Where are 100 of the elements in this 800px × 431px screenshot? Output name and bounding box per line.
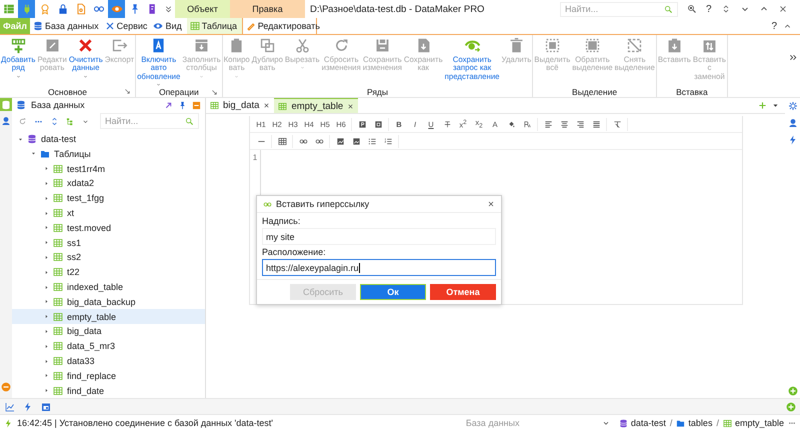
tree-item[interactable]: xt	[12, 206, 205, 220]
close-icon[interactable]	[778, 4, 788, 14]
folder-icon	[676, 418, 686, 428]
tree-item[interactable]: data_5_mr3	[12, 338, 205, 354]
group-label: Ряды	[366, 86, 388, 96]
line-number: 1	[252, 153, 258, 162]
user-icon[interactable]	[1, 116, 11, 126]
tree-item[interactable]: big_data_backup	[12, 294, 205, 310]
user-icon[interactable]	[788, 118, 798, 128]
breadcrumb-item[interactable]: tables	[676, 418, 712, 428]
breadcrumb-separator: /	[670, 418, 672, 428]
caret-icon[interactable]	[44, 299, 49, 304]
more-icon[interactable]	[789, 53, 798, 62]
tree-item[interactable]: ss1	[12, 235, 205, 250]
tree-item[interactable]: data-test	[12, 132, 205, 146]
breadcrumb-item[interactable]: empty_table	[722, 418, 784, 428]
group-label: Выделение	[572, 86, 618, 96]
menu-tab[interactable]: Сервис	[102, 18, 150, 34]
caret-icon[interactable]	[44, 225, 49, 230]
database-icon	[33, 21, 43, 31]
refresh-icon[interactable]	[18, 116, 27, 126]
caret-icon[interactable]	[44, 270, 49, 275]
caret-icon[interactable]	[44, 180, 49, 186]
export-icon	[110, 37, 128, 54]
close-icon[interactable]	[487, 200, 495, 208]
dialog-launcher-icon[interactable]	[210, 88, 218, 96]
cancel-button[interactable]: Отмена	[430, 284, 496, 300]
tree-item[interactable]: test.moved	[12, 220, 205, 236]
caret-icon[interactable]	[44, 388, 49, 394]
caret-icon[interactable]	[44, 254, 49, 260]
table-icon	[53, 178, 63, 188]
tree-item[interactable]: test1rr4m	[12, 161, 205, 176]
tree-item[interactable]: big_data	[12, 324, 205, 339]
tree-item[interactable]: find_replace	[12, 368, 205, 384]
group-label: Вставка	[676, 86, 708, 96]
window-title: D:\Разное\data-test.db - DataMaker PRO	[310, 4, 486, 14]
help-button[interactable]: ?	[771, 20, 777, 32]
table-icon	[53, 296, 63, 307]
toolbar-icon[interactable]	[108, 0, 125, 18]
tree-item[interactable]: empty_table	[12, 309, 205, 324]
tree-item[interactable]: xdata2	[12, 176, 205, 191]
more-icon[interactable]	[164, 4, 173, 14]
flash-icon[interactable]	[788, 135, 798, 145]
tree-item[interactable]: test_1fgg	[12, 190, 205, 206]
caret-icon[interactable]	[44, 314, 49, 320]
dialog-launcher-icon[interactable]	[124, 88, 132, 95]
close-icon[interactable]	[263, 102, 270, 109]
tree-item[interactable]: indexed_table	[12, 280, 205, 294]
menu-tab[interactable]: Таблица	[186, 18, 242, 34]
caret-icon[interactable]	[44, 196, 49, 201]
caret-icon[interactable]	[44, 358, 49, 364]
pencil-icon	[246, 21, 256, 31]
save-icon	[374, 37, 391, 54]
restore-icon[interactable]	[720, 4, 731, 14]
tree-item[interactable]: find_date	[12, 383, 205, 398]
tree-item[interactable]: t22	[12, 264, 205, 280]
table-icon	[53, 238, 63, 248]
folder-icon	[40, 148, 50, 159]
caret-icon[interactable]	[44, 240, 49, 246]
web-search-icon[interactable]	[687, 4, 697, 14]
caret-icon[interactable]	[44, 373, 49, 378]
calendar-icon[interactable]	[41, 402, 51, 412]
tree-item[interactable]: ss2	[12, 250, 205, 265]
help-button[interactable]: ?	[706, 4, 712, 14]
tree-item[interactable]: Таблицы	[12, 146, 205, 162]
document-tab[interactable]: big_data	[206, 98, 274, 113]
trash-icon	[508, 37, 525, 54]
table-icon	[53, 282, 63, 292]
caption-field[interactable]: my site	[262, 228, 496, 245]
tree-item[interactable]: data33	[12, 354, 205, 368]
caret-icon[interactable]	[772, 102, 779, 109]
duplicate-icon	[258, 37, 276, 54]
breadcrumb-item[interactable]: data-test	[618, 418, 666, 428]
close-icon[interactable]	[347, 102, 354, 110]
menu-tab[interactable]: Вид	[150, 18, 185, 34]
menu-tab[interactable]: База данных	[30, 18, 102, 34]
caret-icon[interactable]	[44, 166, 49, 172]
search-icon	[664, 4, 673, 14]
settings-icon[interactable]	[788, 101, 798, 111]
pin-icon[interactable]	[178, 100, 187, 110]
undock-icon[interactable]	[164, 100, 173, 110]
remove-icon[interactable]	[1, 382, 11, 392]
chart-icon[interactable]	[5, 402, 15, 412]
caret-icon[interactable]	[18, 136, 23, 142]
caret-icon[interactable]	[44, 210, 49, 216]
document-tab[interactable]: empty_table	[274, 98, 358, 113]
caret-icon[interactable]	[44, 344, 49, 349]
caret-icon[interactable]	[44, 284, 49, 290]
field-label: Надпись:	[262, 216, 302, 226]
group-label: Основное	[48, 86, 87, 96]
caret-icon[interactable]	[31, 151, 36, 156]
cross-icon	[77, 37, 94, 54]
table-icon	[278, 102, 288, 110]
database-icon	[618, 418, 628, 428]
caret-icon[interactable]	[44, 328, 49, 334]
add-row-icon	[10, 37, 27, 54]
location-field[interactable]: https://alexeypalagin.ru	[262, 259, 496, 276]
table-icon	[53, 222, 63, 233]
expand-icon[interactable]	[50, 116, 59, 126]
ok-button[interactable]: Ок	[360, 284, 426, 300]
